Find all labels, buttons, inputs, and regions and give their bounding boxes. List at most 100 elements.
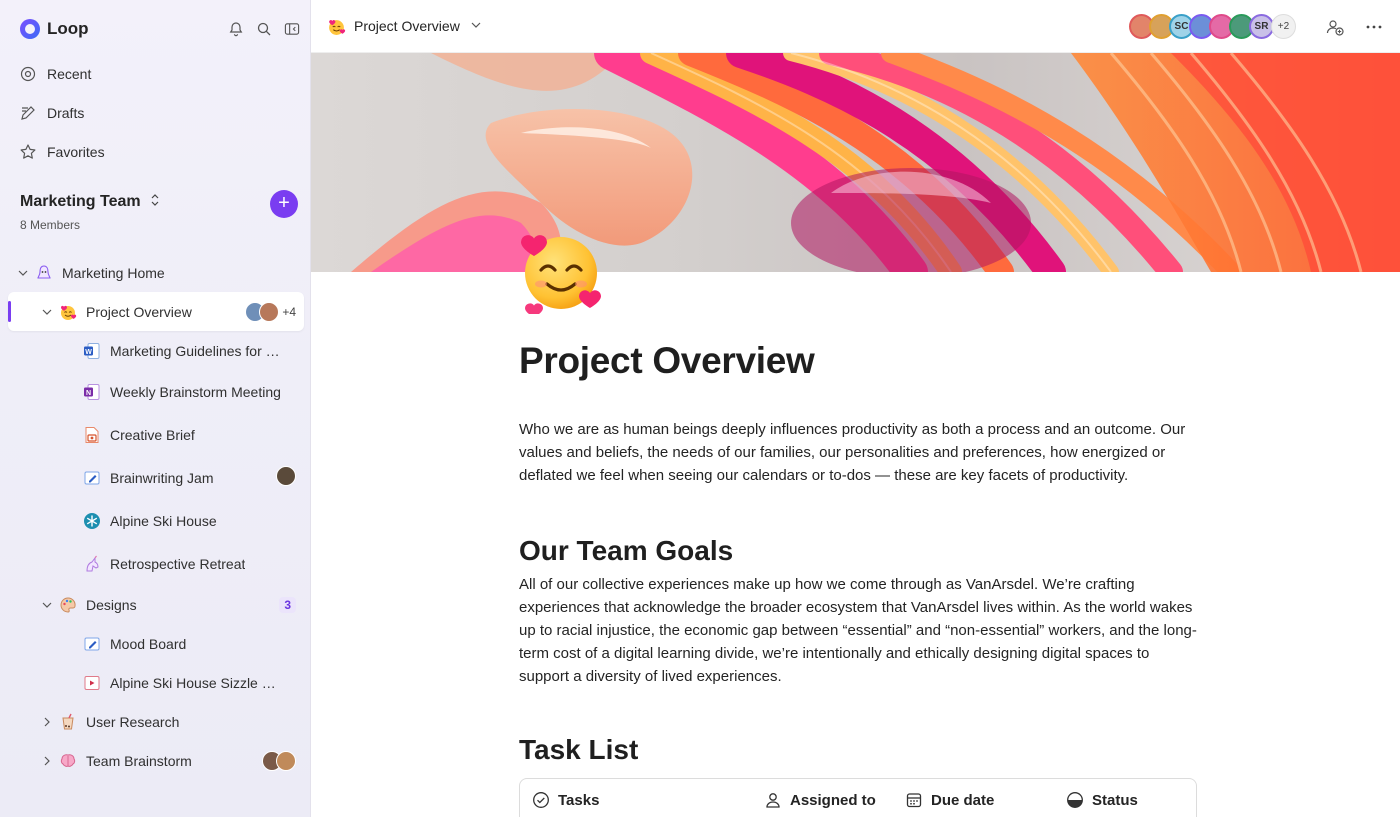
workspace-members: 8 Members — [20, 218, 81, 232]
nav-drafts-label: Drafts — [47, 104, 85, 121]
svg-text:N: N — [86, 389, 91, 396]
sidebar: Loop Recent Drafts Favorites Marketing T… — [0, 0, 311, 817]
top-bar: Project Overview SC SR +2 — [311, 0, 1400, 53]
tree-item-label: Brainwriting Jam — [110, 469, 214, 486]
intro-paragraph[interactable]: Who we are as human beings deeply influe… — [519, 418, 1199, 487]
unicorn-icon — [83, 555, 101, 573]
tree-item-label: Creative Brief — [110, 426, 195, 443]
video-icon — [83, 674, 101, 692]
tree-item-label: Team Brainstorm — [86, 752, 192, 769]
tree-item-marketing-guidelines[interactable]: W Marketing Guidelines for V... — [8, 331, 304, 370]
drafts-icon — [18, 103, 38, 123]
tree-item-label: Retrospective Retreat — [110, 555, 246, 572]
document-body: Project Overview Who we are as human bei… — [519, 340, 1199, 817]
calendar-icon — [905, 791, 923, 809]
star-icon — [18, 142, 38, 162]
workspace-header: Marketing Team 8 Members + — [20, 190, 300, 232]
page-tree: Marketing Home Project Overview +4 W Mar… — [8, 253, 304, 780]
tree-item-mood-board[interactable]: Mood Board — [8, 624, 304, 663]
column-label: Tasks — [558, 791, 600, 809]
word-doc-icon: W — [83, 342, 101, 360]
column-label: Assigned to — [790, 791, 876, 809]
nav-favorites[interactable]: Favorites — [18, 132, 298, 171]
column-tasks[interactable]: Tasks — [532, 791, 599, 809]
chevron-updown-icon — [149, 193, 161, 212]
goals-heading[interactable]: Our Team Goals — [519, 535, 1199, 573]
more-collaborators-count: +2 — [1271, 14, 1296, 39]
whiteboard-icon — [83, 469, 101, 487]
loop-logo-icon — [20, 19, 40, 39]
more-collaborators-count: +4 — [282, 304, 296, 319]
chevron-down-icon[interactable] — [16, 266, 30, 280]
tree-item-retrospective-retreat[interactable]: Retrospective Retreat — [8, 542, 304, 585]
tree-item-sizzle-reel[interactable]: Alpine Ski House Sizzle Re... — [8, 663, 304, 702]
powerpoint-doc-icon — [83, 426, 101, 444]
goals-paragraph[interactable]: All of our collective experiences make u… — [519, 573, 1199, 688]
nav-drafts[interactable]: Drafts — [18, 93, 298, 132]
tree-item-brainwriting-jam[interactable]: Brainwriting Jam — [8, 456, 304, 499]
column-due-date[interactable]: Due date — [905, 791, 994, 809]
top-bar-title: Project Overview — [354, 18, 460, 34]
workspace-name: Marketing Team — [20, 193, 141, 210]
cover-image[interactable] — [311, 53, 1400, 272]
column-status[interactable]: Status — [1066, 791, 1138, 809]
column-assigned-to[interactable]: Assigned to — [764, 791, 876, 809]
page-title-dropdown[interactable]: Project Overview — [327, 17, 482, 36]
tree-item-label: User Research — [86, 713, 180, 730]
page-emoji-icon[interactable] — [517, 228, 603, 317]
svg-text:W: W — [85, 348, 92, 355]
share-people-icon[interactable] — [1325, 17, 1345, 37]
tree-item-alpine-ski-house[interactable]: Alpine Ski House — [8, 499, 304, 542]
app-header: Loop — [20, 16, 300, 42]
tree-item-creative-brief[interactable]: Creative Brief — [8, 413, 304, 456]
workspace-switcher[interactable]: Marketing Team — [20, 190, 300, 214]
avatar — [276, 750, 296, 771]
smiling-face-hearts-icon — [327, 17, 346, 36]
tree-item-label: Weekly Brainstorm Meeting — [110, 383, 281, 400]
bell-icon[interactable] — [228, 21, 244, 37]
tasks-heading[interactable]: Task List — [519, 734, 1199, 770]
tree-item-label: Alpine Ski House Sizzle Re... — [110, 674, 285, 691]
check-circle-icon — [532, 791, 550, 809]
add-page-button[interactable]: + — [270, 190, 298, 218]
bubble-tea-icon — [59, 713, 77, 731]
collapse-sidebar-icon[interactable] — [284, 21, 300, 37]
task-list-table[interactable]: Tasks Assigned to Due date Status — [519, 778, 1197, 817]
tree-item-user-research[interactable]: User Research — [8, 702, 304, 741]
collaborator-avatars[interactable]: SC SR +2 — [1129, 14, 1296, 39]
main-content: Project Overview SC SR +2 Project Overvi… — [311, 0, 1400, 817]
tree-item-team-brainstorm[interactable]: Team Brainstorm — [8, 741, 304, 780]
column-label: Due date — [931, 791, 995, 809]
tree-item-weekly-brainstorm[interactable]: N Weekly Brainstorm Meeting — [8, 370, 304, 413]
tree-item-label: Alpine Ski House — [110, 512, 217, 529]
tree-item-marketing-home[interactable]: Marketing Home — [8, 253, 304, 292]
tree-item-designs[interactable]: Designs 3 — [8, 585, 304, 624]
chevron-right-icon[interactable] — [40, 715, 54, 729]
column-label: Status — [1092, 791, 1138, 809]
onenote-icon: N — [83, 383, 101, 401]
nav-recent[interactable]: Recent — [18, 54, 298, 93]
chevron-down-icon[interactable] — [40, 305, 54, 319]
tree-item-label: Designs — [86, 596, 137, 613]
smiling-face-hearts-icon — [59, 303, 77, 321]
tree-item-label: Marketing Home — [62, 264, 165, 281]
tree-item-label: Marketing Guidelines for V... — [110, 342, 285, 359]
home-icon — [35, 264, 53, 282]
chevron-down-icon — [470, 18, 482, 34]
recent-icon — [18, 64, 38, 84]
task-table-header: Tasks Assigned to Due date Status — [520, 779, 1196, 817]
chevron-down-icon[interactable] — [40, 598, 54, 612]
page-title[interactable]: Project Overview — [519, 340, 1199, 392]
tree-item-project-overview[interactable]: Project Overview +4 — [8, 292, 304, 331]
brain-icon — [59, 752, 77, 770]
nav-recent-label: Recent — [47, 65, 92, 82]
notification-badge: 3 — [279, 596, 296, 613]
avatar — [276, 465, 296, 486]
app-name: Loop — [47, 19, 89, 38]
chevron-right-icon[interactable] — [40, 754, 54, 768]
palette-icon — [59, 596, 77, 614]
main-nav: Recent Drafts Favorites — [18, 54, 298, 171]
whiteboard-icon — [83, 635, 101, 653]
search-icon[interactable] — [256, 21, 272, 37]
more-options-icon[interactable] — [1364, 17, 1384, 37]
